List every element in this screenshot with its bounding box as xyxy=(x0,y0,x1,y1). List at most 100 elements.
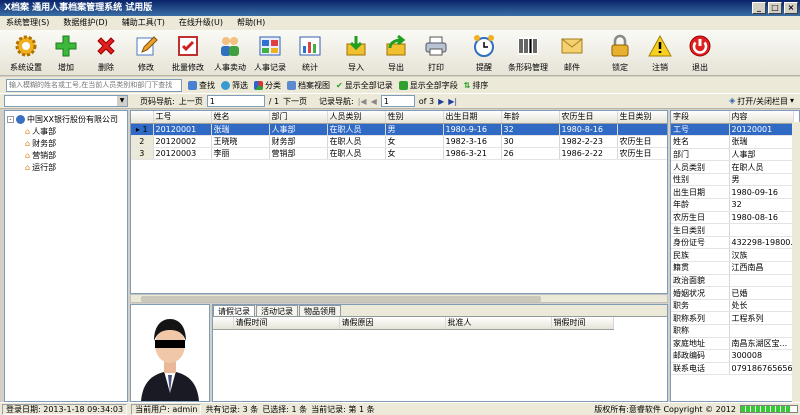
cell[interactable] xyxy=(617,123,667,136)
cell[interactable]: 1982-3-16 xyxy=(443,135,502,148)
detail-row[interactable]: 职务 处长 xyxy=(671,299,794,313)
column-header[interactable]: 农历生日 xyxy=(559,111,618,124)
cell[interactable]: 男 xyxy=(385,123,444,136)
tab-activity[interactable]: 活动记录 xyxy=(256,305,298,316)
detail-row[interactable]: 婚姻状况 已婚 xyxy=(671,286,794,300)
detail-row[interactable]: 民族 汉族 xyxy=(671,248,794,263)
prev-record-icon[interactable]: ◀ xyxy=(371,97,377,106)
column-header[interactable]: 批准人 xyxy=(445,317,552,330)
cell[interactable]: 20120001 xyxy=(153,123,212,136)
detail-value[interactable] xyxy=(729,274,794,288)
cell[interactable]: 人事部 xyxy=(269,123,328,136)
detail-row[interactable]: 家庭地址 南昌东湖区宝... xyxy=(671,337,794,351)
cell[interactable]: 王晓晓 xyxy=(211,135,270,148)
column-header[interactable]: 出生日期 xyxy=(443,111,502,124)
tab-leave[interactable]: 请假记录 xyxy=(213,305,255,316)
cell[interactable]: 1986-3-21 xyxy=(443,147,502,160)
cell[interactable]: 在职人员 xyxy=(327,135,386,148)
tree-root[interactable]: - 中国XX银行股份有限公司 xyxy=(7,114,118,125)
column-header[interactable]: 请假时间 xyxy=(233,317,340,330)
column-header[interactable]: 人员类别 xyxy=(327,111,386,124)
cell[interactable]: 1986-2-22 xyxy=(559,147,618,160)
filter-button[interactable]: 筛选 xyxy=(221,80,248,91)
cell[interactable]: 30 xyxy=(501,135,560,148)
cell[interactable]: 20120003 xyxy=(153,147,212,160)
detail-row[interactable]: 年龄 32 xyxy=(671,198,794,212)
barcode-button[interactable]: 条形码管理 xyxy=(504,30,552,76)
department-combo[interactable]: ▼ xyxy=(4,95,128,107)
find-button[interactable]: 查找 xyxy=(188,80,215,91)
page-input[interactable] xyxy=(206,95,265,107)
scroll-thumb[interactable] xyxy=(141,296,541,302)
detail-row[interactable]: 职称系列 工程系列 xyxy=(671,311,794,325)
detail-value[interactable]: 男 xyxy=(729,173,794,187)
first-record-icon[interactable]: |◀ xyxy=(358,97,367,106)
column-header[interactable]: 工号 xyxy=(153,111,212,124)
detail-value[interactable]: 南昌东湖区宝... xyxy=(729,337,794,351)
prev-page-button[interactable]: 上一页 xyxy=(179,96,203,107)
settings-button[interactable]: 系统设置 xyxy=(6,30,46,76)
horizontal-scrollbar[interactable] xyxy=(130,294,668,303)
next-record-icon[interactable]: ▶ xyxy=(438,97,444,106)
menu-data[interactable]: 数据维护(D) xyxy=(63,16,107,30)
detail-value[interactable]: 32 xyxy=(729,198,794,212)
cell[interactable]: 1980-9-16 xyxy=(443,123,502,136)
detail-row[interactable]: 部门 人事部 xyxy=(671,148,794,162)
detail-value[interactable]: 在职人员 xyxy=(729,160,794,174)
detail-row[interactable]: 农历生日 1980-08-16 xyxy=(671,211,794,225)
cell[interactable]: 1982-2-23 xyxy=(559,135,618,148)
detail-value[interactable]: 江西南昌 xyxy=(729,261,794,275)
lock-button[interactable]: 锁定 xyxy=(600,30,640,76)
cell[interactable]: 农历生日 xyxy=(617,135,667,148)
column-header[interactable]: 销假时间 xyxy=(551,317,614,330)
detail-value[interactable]: 079186765656 xyxy=(729,362,794,376)
detail-row[interactable]: 联系电话 079186765656 xyxy=(671,362,794,376)
delete-button[interactable]: 删除 xyxy=(86,30,126,76)
detail-value[interactable] xyxy=(729,223,794,237)
batch-edit-button[interactable]: 批量修改 xyxy=(166,30,210,76)
menu-help[interactable]: 帮助(H) xyxy=(237,16,265,30)
menu-tools[interactable]: 辅助工具(T) xyxy=(122,16,165,30)
cell[interactable]: 李丽 xyxy=(211,147,270,160)
column-header[interactable]: 姓名 xyxy=(211,111,270,124)
tree-node-finance[interactable]: ⌂ 财务部 xyxy=(25,138,56,149)
detail-row[interactable]: 生日类别 xyxy=(671,223,794,237)
tab-items[interactable]: 物品领用 xyxy=(299,305,341,316)
minimize-button[interactable]: _ xyxy=(752,2,766,14)
detail-value[interactable]: 处长 xyxy=(729,299,794,313)
exit-button[interactable]: 退出 xyxy=(680,30,720,76)
next-page-button[interactable]: 下一页 xyxy=(283,96,307,107)
add-button[interactable]: 增加 xyxy=(46,30,86,76)
detail-row[interactable]: 政治面貌 xyxy=(671,274,794,288)
maximize-button[interactable]: □ xyxy=(768,2,782,14)
table-row[interactable]: ▸ 1 20120001 张瑞 人事部 在职人员 男 1980-9-16 32 … xyxy=(131,123,667,136)
show-all-records-button[interactable]: ✔ 显示全部记录 xyxy=(336,80,393,91)
logout-button[interactable]: 注销 xyxy=(640,30,680,76)
cell[interactable]: 营销部 xyxy=(269,147,328,160)
cell[interactable]: 在职人员 xyxy=(327,147,386,160)
column-header[interactable]: 部门 xyxy=(269,111,328,124)
close-button[interactable]: × xyxy=(784,2,798,14)
column-header[interactable]: 年龄 xyxy=(501,111,560,124)
tree-node-marketing[interactable]: ⌂ 营销部 xyxy=(25,150,56,161)
toggle-columns-button[interactable]: ◈ 打开/关闭栏目 ▾ xyxy=(729,96,794,107)
cell[interactable]: 女 xyxy=(385,135,444,148)
edit-button[interactable]: 修改 xyxy=(126,30,166,76)
print-button[interactable]: 打印 xyxy=(416,30,456,76)
column-header[interactable]: 生日类别 xyxy=(617,111,667,124)
tree-node-operations[interactable]: ⌂ 运行部 xyxy=(25,162,56,173)
table-row[interactable]: 2 20120002 王晓晓 财务部 在职人员 女 1982-3-16 30 1… xyxy=(131,135,667,148)
last-record-icon[interactable]: ▶| xyxy=(448,97,457,106)
tree-node-hr[interactable]: ⌂ 人事部 xyxy=(25,126,56,137)
detail-value[interactable]: 1980-09-16 xyxy=(729,185,794,200)
archive-view-button[interactable]: 档案视图 xyxy=(287,80,330,91)
personnel-change-button[interactable]: 人事卖动 xyxy=(210,30,250,76)
detail-value[interactable]: 张瑞 xyxy=(729,135,794,149)
cell[interactable]: 财务部 xyxy=(269,135,328,148)
cell[interactable]: 20120002 xyxy=(153,135,212,148)
detail-row[interactable]: 身份证号 432298-19800... xyxy=(671,236,794,250)
reminder-button[interactable]: 提醒 xyxy=(464,30,504,76)
cell[interactable]: 农历生日 xyxy=(617,147,667,160)
detail-row[interactable]: 性别男 xyxy=(671,173,794,187)
detail-value[interactable]: 20120001 xyxy=(729,123,794,137)
